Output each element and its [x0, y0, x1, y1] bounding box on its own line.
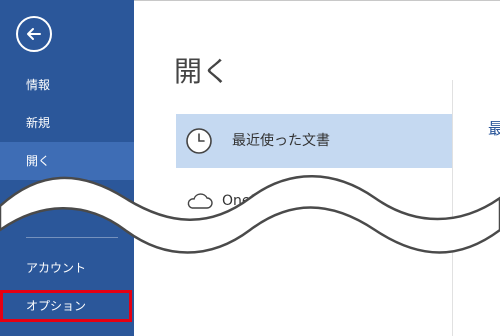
sidebar-item-new[interactable]: 新規 — [0, 104, 134, 142]
top-divider — [134, 0, 500, 1]
page-title: 開く — [174, 55, 231, 88]
back-button[interactable] — [16, 16, 52, 52]
options-highlight-box — [0, 290, 132, 322]
torn-wave-overlay — [0, 175, 500, 254]
clock-icon — [186, 128, 212, 154]
open-recent-label: 最近使った文書 — [232, 133, 330, 149]
sidebar-item-info[interactable]: 情報 — [0, 66, 134, 104]
word-backstage-window: 情報 新規 開く 名前を付けて保存 アカウント オプション 開く 最近使った文書… — [0, 0, 500, 336]
right-pane-title: 最 — [488, 119, 500, 138]
open-recent-option[interactable]: 最近使った文書 — [176, 114, 452, 168]
back-arrow-icon — [27, 28, 41, 40]
